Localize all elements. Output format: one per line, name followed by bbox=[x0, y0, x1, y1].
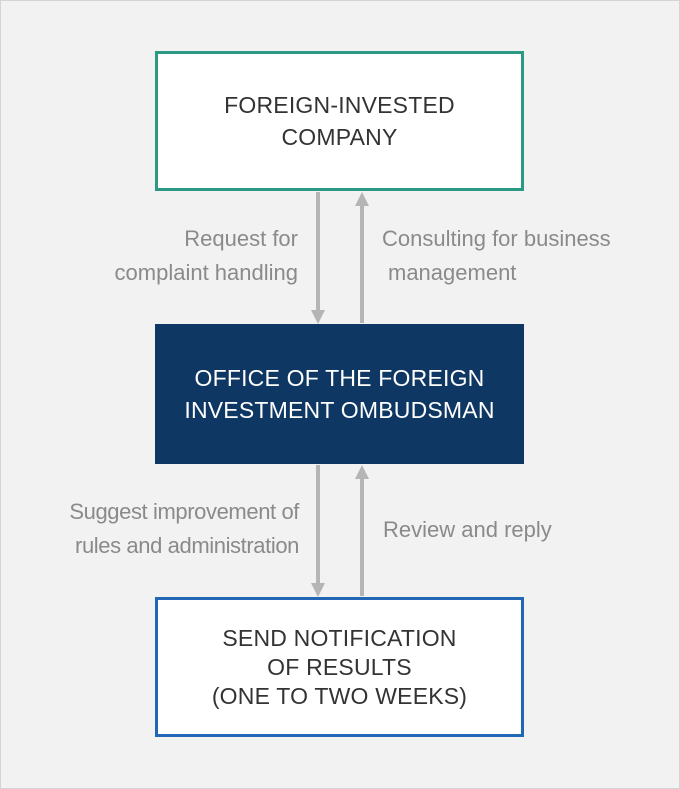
edge-label-line: management bbox=[388, 260, 517, 285]
edge-label-consulting: Consulting for business management bbox=[382, 222, 672, 290]
edge-label-line: Consulting for business bbox=[382, 226, 611, 251]
edge-label-review: Review and reply bbox=[383, 513, 643, 547]
node-label-line: OF RESULTS bbox=[267, 653, 412, 680]
node-label-line: COMPANY bbox=[281, 124, 398, 150]
node-label-line: INVESTMENT OMBUDSMAN bbox=[184, 397, 495, 423]
edge-label-line: rules and administration bbox=[75, 533, 299, 558]
node-label-line: SEND NOTIFICATION bbox=[222, 624, 457, 651]
edge-label-suggest: Suggest improvement of rules and adminis… bbox=[10, 495, 299, 563]
edge-label-request: Request for complaint handling bbox=[40, 222, 298, 290]
arrow-review-head bbox=[355, 465, 369, 479]
edge-label-line: Review and reply bbox=[383, 517, 552, 542]
arrow-consulting-head bbox=[355, 192, 369, 206]
node-label-line: (ONE TO TWO WEEKS) bbox=[211, 682, 468, 709]
node-ombudsman-office: OFFICE OF THE FOREIGN INVESTMENT OMBUDSM… bbox=[155, 324, 524, 464]
node-send-notification: SEND NOTIFICATION OF RESULTS (ONE TO TWO… bbox=[155, 597, 524, 737]
arrow-suggest-head bbox=[311, 583, 325, 597]
edge-label-line: Request for bbox=[184, 226, 298, 251]
node-label-line: FOREIGN-INVESTED bbox=[224, 92, 455, 118]
edge-label-line: complaint handling bbox=[114, 260, 298, 285]
arrow-request-head bbox=[311, 310, 325, 324]
edge-label-line: Suggest improvement of bbox=[69, 499, 299, 524]
node-label-line: OFFICE OF THE FOREIGN bbox=[194, 365, 485, 391]
node-foreign-invested-company: FOREIGN-INVESTED COMPANY bbox=[155, 51, 524, 191]
